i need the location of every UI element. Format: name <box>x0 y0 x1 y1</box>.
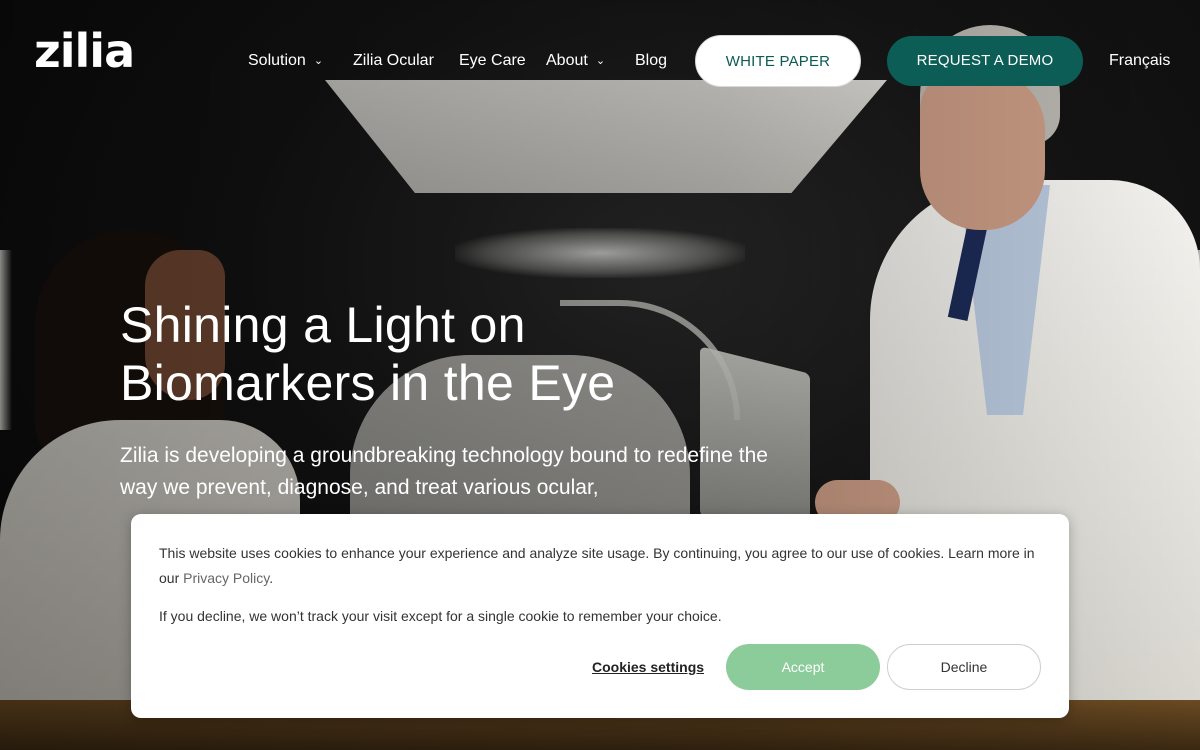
privacy-policy-link[interactable]: Privacy Policy <box>183 570 269 586</box>
nav-item-label: Solution <box>248 52 306 69</box>
nav-item-solution[interactable]: Solution ⌄ <box>248 48 323 74</box>
nav-item-blog[interactable]: Blog <box>635 48 667 74</box>
nav-item-label: Eye Care <box>459 52 526 69</box>
site-header: zilia Solution ⌄ Zilia Ocular Eye Care Ab… <box>0 0 1200 120</box>
nav-item-about[interactable]: About ⌄ <box>546 48 605 74</box>
cookie-consent-dialog: This website uses cookies to enhance you… <box>131 514 1069 718</box>
hero-description: Zilia is developing a groundbreaking tec… <box>120 444 768 499</box>
chevron-down-icon: ⌄ <box>313 55 324 67</box>
accept-cookies-button[interactable]: Accept <box>726 644 880 690</box>
cookie-notice-period: . <box>269 570 274 586</box>
decline-cookies-button[interactable]: Decline <box>887 644 1041 690</box>
nav-item-label: Zilia Ocular <box>353 52 434 69</box>
cookie-notice-main: This website uses cookies to enhance you… <box>159 545 1035 586</box>
hero-title-line2: Biomarkers in the Eye <box>120 355 616 411</box>
nav-item-zilia-ocular[interactable]: Zilia Ocular <box>353 48 434 74</box>
request-demo-button[interactable]: REQUEST A DEMO <box>887 36 1083 86</box>
nav-item-eye-care[interactable]: Eye Care <box>459 48 526 74</box>
nav-item-label: About <box>546 52 588 69</box>
hero-title: Shining a Light on Biomarkers in the Eye <box>120 296 760 412</box>
cookie-notice-text: This website uses cookies to enhance you… <box>159 541 1049 591</box>
cookies-settings-link[interactable]: Cookies settings <box>592 656 704 678</box>
nav-item-label: Blog <box>635 52 668 69</box>
white-paper-button[interactable]: WHITE PAPER <box>695 35 861 87</box>
cookie-decline-note: If you decline, we won’t track your visi… <box>159 608 722 624</box>
language-switch-link[interactable]: Français <box>1109 48 1170 74</box>
chevron-down-icon: ⌄ <box>595 55 606 67</box>
hero-title-line1: Shining a Light on <box>120 297 526 353</box>
